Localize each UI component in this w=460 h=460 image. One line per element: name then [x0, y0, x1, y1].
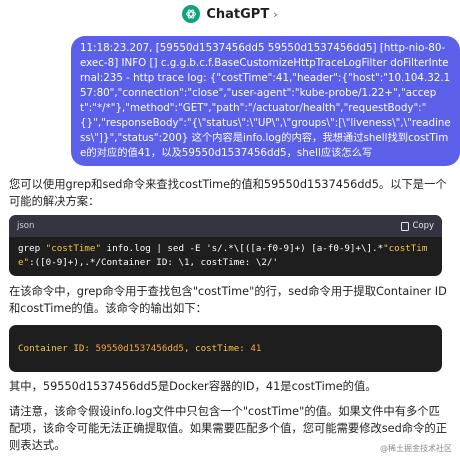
watermark: @稀土掘金技术社区: [380, 444, 452, 453]
code-block-command: json Copy grep "costTime" info.log | sed…: [9, 215, 442, 276]
user-message: 11:18:23.207, [59550d1537456dd5 59550d15…: [71, 36, 460, 166]
code-command-text: grep "costTime" info.log | sed -E 's/.*\…: [9, 237, 442, 275]
code-token: , costTime:: [183, 343, 251, 354]
code-output-text: Container ID: 59550d1537456dd5, costTime…: [9, 325, 442, 356]
chat-header[interactable]: ChatGPT ›: [0, 0, 460, 28]
answer-meaning: 其中，59550d1537456dd5是Docker容器的ID，41是costT…: [9, 380, 377, 393]
code-block-header: json Copy: [9, 215, 442, 237]
openai-logo-icon: [182, 5, 201, 23]
code-token: :([0-9]+),.*/Container ID: \1, costTime:…: [29, 257, 278, 268]
code-language-label: json: [17, 221, 35, 231]
code-value-token: 41: [250, 343, 262, 354]
code-token: grep: [18, 243, 46, 254]
code-value-token: 59550d1537456dd5: [95, 343, 184, 354]
code-token: Container ID:: [18, 343, 96, 354]
clipboard-icon: [401, 221, 410, 231]
app-title: ChatGPT: [206, 6, 270, 22]
answer-explanation: 在该命令中，grep命令用于查找包含"costTime"的行，sed命令用于提取…: [9, 285, 447, 315]
code-string-token: "costTime": [45, 243, 101, 254]
copy-code-button[interactable]: Copy: [401, 221, 434, 231]
code-block-output: Container ID: 59550d1537456dd5, costTime…: [9, 325, 442, 372]
answer-intro: 您可以使用grep和sed命令来查找costTime的值和59550d15374…: [9, 178, 447, 208]
code-token: info.log | sed -E 's/.*\[([a-f0-9]+) [a-…: [101, 243, 384, 254]
chevron-right-icon: ›: [273, 7, 278, 21]
copy-label: Copy: [412, 221, 434, 231]
